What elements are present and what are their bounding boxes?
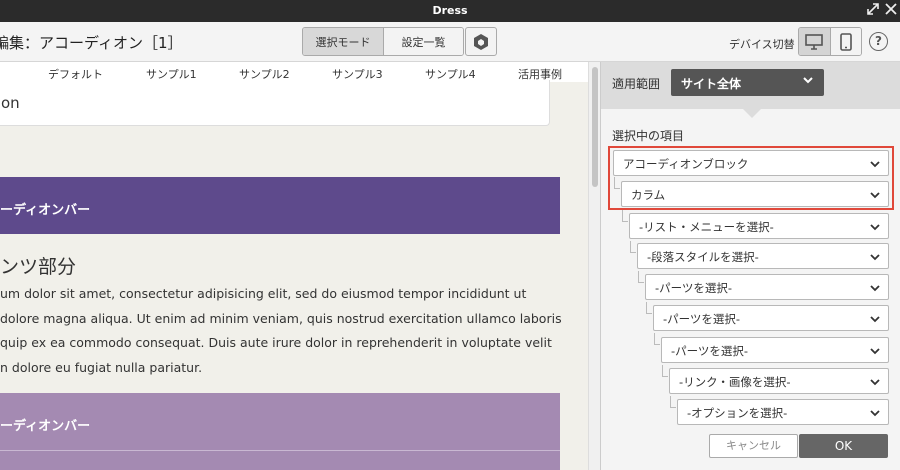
chevron-down-icon [869, 189, 881, 204]
window-titlebar: Dress [0, 0, 900, 22]
chevron-down-icon [869, 158, 881, 173]
select-link-image[interactable]: -リンク・画像を選択- [669, 368, 889, 394]
select-parts-1[interactable]: -パーツを選択- [645, 274, 889, 300]
device-switch-label: デバイス切替 [729, 38, 795, 51]
chevron-down-icon [869, 251, 881, 266]
editor-toolbar: 編集：アコーディオン［1］ 選択モード 設定一覧 デバイス切替 ? [0, 22, 900, 62]
help-icon[interactable]: ? [869, 32, 888, 51]
device-switch [798, 27, 862, 56]
expand-icon[interactable] [866, 2, 880, 21]
page-title: 編集：アコーディオン［1］ [0, 34, 183, 52]
plugin-button[interactable] [465, 27, 497, 56]
scope-value: サイト全体 [681, 77, 742, 91]
chevron-down-icon [869, 407, 881, 422]
scope-pointer [743, 109, 761, 118]
select-value: -段落スタイルを選択- [647, 250, 759, 264]
scope-label: 適用範囲 [612, 77, 661, 91]
tree-connector [662, 365, 668, 377]
select-option[interactable]: -オプションを選択- [677, 399, 889, 425]
chevron-down-icon [869, 345, 881, 360]
preview-text-box[interactable]: on [0, 80, 550, 126]
smartphone-icon [839, 32, 852, 51]
tree-connector [670, 396, 676, 408]
tree-connector [638, 271, 644, 283]
select-value: -パーツを選択- [663, 312, 741, 326]
select-accordion-block[interactable]: アコーディオンブロック [613, 150, 889, 176]
select-column[interactable]: カラム [621, 181, 889, 207]
desktop-button[interactable] [799, 28, 830, 55]
accordion-bar-1[interactable]: ーディオンバー [0, 177, 560, 234]
select-value: -リスト・メニューを選択- [639, 220, 774, 234]
paragraph-line: um dolor sit amet, consectetur adipisici… [0, 286, 527, 301]
selection-panel: 適用範囲 サイト全体 選択中の項目 アコーディオンブロック カラム -リスト・メ… [600, 62, 900, 470]
tab-settings-list[interactable]: 設定一覧 [383, 28, 463, 55]
select-value: アコーディオンブロック [623, 157, 749, 171]
tree-connector [630, 241, 636, 253]
scope-select[interactable]: サイト全体 [671, 69, 824, 96]
chevron-down-icon [801, 73, 815, 90]
select-paragraph-style[interactable]: -段落スタイルを選択- [637, 243, 889, 269]
accordion-bar-3[interactable] [0, 450, 560, 470]
select-value: -リンク・画像を選択- [679, 375, 791, 389]
select-list-menu[interactable]: -リスト・メニューを選択- [629, 213, 889, 239]
mobile-button[interactable] [829, 28, 861, 55]
content-paragraph: um dolor sit amet, consectetur adipisici… [0, 282, 562, 380]
cancel-button[interactable]: キャンセル [709, 434, 798, 458]
window-title: Dress [432, 4, 468, 17]
chevron-down-icon [869, 221, 881, 236]
paragraph-line: quip ex ea commodo consequat. Duis aute … [0, 335, 552, 350]
demo-tab-bar: デフォルト サンプル1 サンプル2 サンプル3 サンプル4 活用事例 [0, 62, 588, 82]
close-icon[interactable] [884, 2, 898, 21]
monitor-icon [805, 33, 824, 50]
chevron-down-icon [869, 282, 881, 297]
paragraph-line: n dolore eu fugiat nulla pariatur. [0, 359, 203, 375]
preview-scrollbar[interactable] [588, 62, 600, 470]
accordion-content: ンツ部分 um dolor sit amet, consectetur adip… [0, 234, 562, 393]
accordion-bar-2[interactable]: ーディオンバー [0, 393, 560, 450]
tree-connector [614, 177, 620, 189]
cube-icon [474, 33, 488, 50]
content-heading: ンツ部分 [0, 256, 77, 278]
chevron-down-icon [869, 376, 881, 391]
scope-area: 適用範囲 サイト全体 [601, 62, 900, 109]
select-parts-3[interactable]: -パーツを選択- [661, 337, 889, 363]
tree-connector [622, 210, 628, 222]
mode-switch: 選択モード 設定一覧 [302, 27, 464, 56]
select-value: -オプションを選択- [687, 406, 788, 420]
select-value: -パーツを選択- [671, 344, 749, 358]
selected-items-label: 選択中の項目 [612, 129, 685, 143]
chevron-down-icon [869, 313, 881, 328]
select-value: -パーツを選択- [655, 281, 733, 295]
paragraph-line: dolore magna aliqua. Ut enim ad minim ve… [0, 310, 562, 326]
tree-connector [646, 302, 652, 314]
select-value: カラム [631, 188, 666, 202]
scrollbar-thumb[interactable] [592, 67, 598, 187]
tree-connector [654, 333, 660, 345]
ok-button[interactable]: OK [799, 434, 888, 458]
tab-select-mode[interactable]: 選択モード [303, 28, 383, 55]
select-parts-2[interactable]: -パーツを選択- [653, 305, 889, 331]
page-preview: デフォルト サンプル1 サンプル2 サンプル3 サンプル4 活用事例 on ーデ… [0, 62, 588, 470]
